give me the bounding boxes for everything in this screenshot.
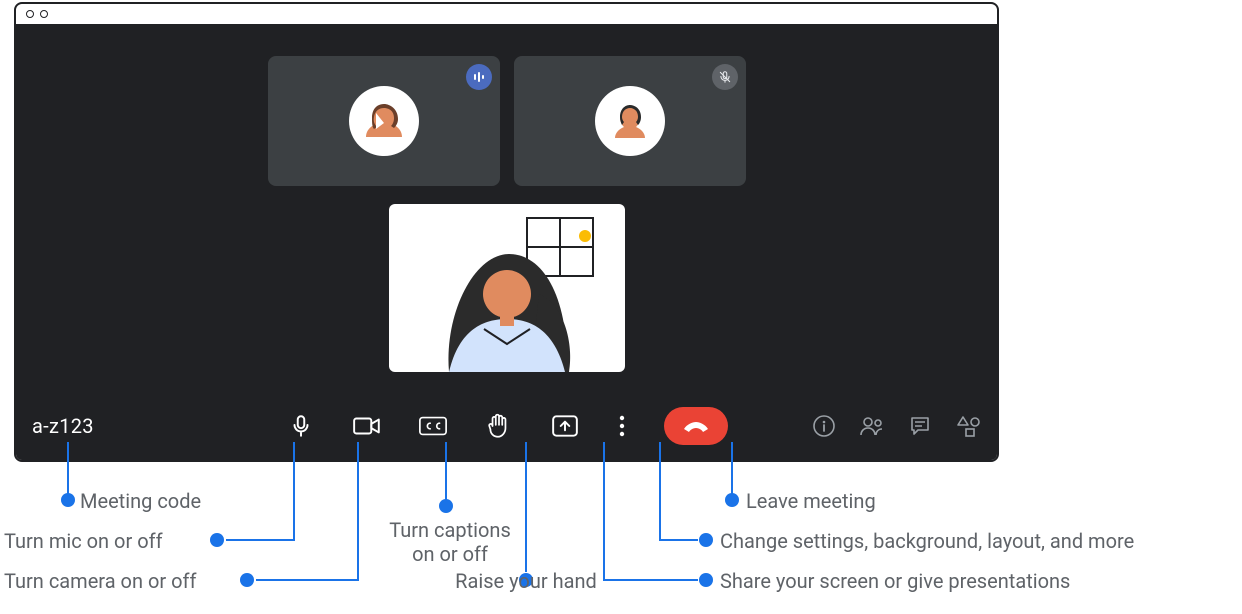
- annotation-more: Change settings, background, layout, and…: [720, 529, 1134, 553]
- annotation-mic: Turn mic on or off: [4, 529, 163, 553]
- annotation-meeting-code: Meeting code: [80, 489, 201, 513]
- annotation-raise-hand: Raise your hand: [416, 569, 636, 593]
- annotation-camera: Turn camera on or off: [4, 569, 196, 593]
- annotation-present: Share your screen or give presentations: [720, 569, 1070, 593]
- annotation-captions: Turn captions on or off: [380, 518, 520, 566]
- annotation-leave: Leave meeting: [746, 489, 876, 513]
